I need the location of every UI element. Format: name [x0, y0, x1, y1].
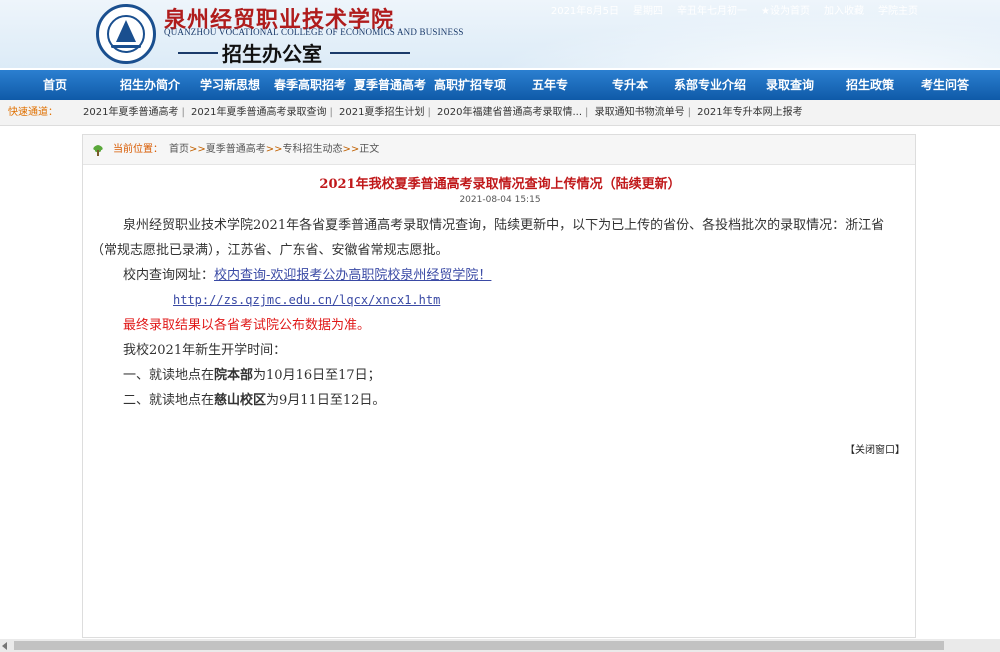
top-info-bar: 2021年8月5日 星期四 辛丑年七月初一 ★设为首页 加入收藏 学院主页: [551, 2, 918, 17]
quick-link[interactable]: 2021年夏季普通高考录取查询: [191, 107, 326, 118]
nav-item-office-intro[interactable]: 招生办简介: [110, 70, 190, 100]
breadcrumb: 当前位置： 首页>>夏季普通高考>>专科招生动态>>正文: [83, 135, 915, 165]
quick-link[interactable]: 录取通知书物流单号: [595, 107, 685, 118]
article-date: 2021-08-04 15:15: [459, 195, 541, 205]
nav-item-qa[interactable]: 考生问答: [910, 70, 980, 100]
campus-main: 院本部: [214, 368, 254, 383]
nav-item-spring[interactable]: 春季高职招考: [270, 70, 350, 100]
query-link[interactable]: 校内查询-欢迎报考公办高职院校泉州经贸学院！: [214, 268, 491, 283]
nav-item-study[interactable]: 学习新思想: [190, 70, 270, 100]
query-label: 校内查询网址：: [123, 268, 215, 283]
add-favorite-link[interactable]: 加入收藏: [824, 2, 864, 17]
query-line: 校内查询网址：校内查询-欢迎报考公办高职院校泉州经贸学院！: [91, 263, 909, 288]
current-weekday: 星期四: [633, 6, 664, 17]
scroll-left-icon[interactable]: [2, 642, 7, 650]
nav-item-expansion[interactable]: 高职扩招专项: [430, 70, 510, 100]
query-url-link[interactable]: http://zs.qzjmc.edu.cn/lqcx/xncx1.htm: [173, 293, 440, 307]
quick-link[interactable]: 2020年福建省普通高考录取情...: [437, 107, 582, 118]
scrollbar-thumb[interactable]: [14, 641, 944, 650]
open-date-item: 二、就读地点在慈山校区为9月11日至12日。: [123, 393, 386, 408]
nav-item-home[interactable]: 首页: [0, 70, 110, 100]
article-panel: 当前位置： 首页>>夏季普通高考>>专科招生动态>>正文 2021年我校夏季普通…: [82, 134, 916, 638]
breadcrumb-item-current: 正文: [359, 144, 380, 155]
tree-icon: [93, 145, 103, 156]
nav-item-summer[interactable]: 夏季普通高考: [350, 70, 430, 100]
lunar-date: 辛丑年七月初一: [677, 6, 748, 17]
quick-link[interactable]: 2021年专升本网上报考: [697, 107, 802, 118]
article-body: 泉州经贸职业技术学院2021年各省夏季普通高考录取情况查询，陆续更新中，以下为已…: [91, 213, 909, 413]
quick-link[interactable]: 2021夏季招生计划: [339, 107, 424, 118]
article-paragraph: 泉州经贸职业技术学院2021年各省夏季普通高考录取情况查询，陆续更新中，以下为已…: [91, 218, 885, 258]
site-header: 泉州经贸职业技术学院 QUANZHOU VOCATIONAL COLLEGE O…: [0, 0, 1000, 68]
breadcrumb-item-news[interactable]: 专科招生动态: [283, 144, 343, 155]
school-name-en: QUANZHOU VOCATIONAL COLLEGE OF ECONOMICS…: [164, 27, 464, 37]
nav-item-policy[interactable]: 招生政策: [830, 70, 910, 100]
notice-text: 最终录取结果以各省考试院公布数据为准。: [123, 318, 371, 333]
set-home-link[interactable]: ★设为首页: [761, 2, 810, 17]
quick-links-label: 快速通道：: [8, 107, 58, 118]
open-date-item: 一、就读地点在院本部为10月16日至17日；: [123, 368, 381, 383]
star-icon: ★: [761, 6, 770, 17]
campus-cishan: 慈山校区: [214, 393, 267, 408]
quick-link[interactable]: 2021年夏季普通高考: [83, 107, 178, 118]
close-window-button[interactable]: 【关闭窗口】: [845, 441, 905, 456]
office-name: 招生办公室: [222, 42, 322, 66]
nav-item-five-year[interactable]: 五年专: [510, 70, 590, 100]
quick-links-bar: 快速通道： 2021年夏季普通高考 | 2021年夏季普通高考录取查询 | 2021…: [0, 100, 1000, 126]
breadcrumb-label: 当前位置：: [113, 144, 163, 155]
breadcrumb-item-summer[interactable]: 夏季普通高考: [206, 144, 266, 155]
article-title: 2021年我校夏季普通高考录取情况查询上传情况（陆续更新）: [319, 177, 681, 192]
open-date-title: 我校2021年新生开学时间：: [123, 343, 287, 358]
school-logo-icon: [96, 4, 156, 64]
breadcrumb-path: 首页>>夏季普通高考>>专科招生动态>>正文: [169, 144, 380, 155]
divider: [330, 52, 410, 54]
current-date: 2021年8月5日: [550, 6, 620, 17]
horizontal-scrollbar[interactable]: [0, 639, 1000, 652]
nav-item-departments[interactable]: 系部专业介绍: [670, 70, 750, 100]
nav-item-upgrade[interactable]: 专升本: [590, 70, 670, 100]
breadcrumb-item-home[interactable]: 首页: [169, 144, 189, 155]
main-nav: 首页 招生办简介 学习新思想 春季高职招考 夏季普通高考 高职扩招专项 五年专 …: [0, 70, 1000, 100]
query-url-line: http://zs.qzjmc.edu.cn/lqcx/xncx1.htm: [91, 288, 909, 313]
nav-item-admission-query[interactable]: 录取查询: [750, 70, 830, 100]
school-home-link[interactable]: 学院主页: [878, 2, 918, 17]
divider: [178, 52, 218, 54]
quick-links: 2021年夏季普通高考 | 2021年夏季普通高考录取查询 | 2021夏季招生计划…: [83, 107, 803, 118]
